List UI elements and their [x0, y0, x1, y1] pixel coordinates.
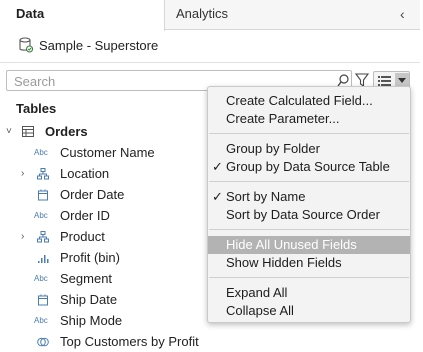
tab-bar: Data Analytics ‹ [0, 0, 420, 31]
database-icon [19, 37, 33, 53]
list-view-icon[interactable] [378, 76, 391, 86]
menu-item-expand-all[interactable]: Expand All [208, 284, 410, 302]
bin-icon [38, 255, 49, 263]
menu-item-group-by-folder[interactable]: Group by Folder [208, 140, 410, 158]
checkmark-icon: ✓ [212, 159, 223, 174]
menu-item-label: Sort by Name [226, 189, 306, 204]
field-label: Profit (bin) [60, 250, 120, 265]
field-segment[interactable]: Abc Segment [0, 269, 205, 289]
divider [0, 62, 420, 63]
tables-header: Tables [16, 101, 57, 116]
hierarchy-icon [37, 168, 49, 180]
field-order-date[interactable]: Order Date [0, 185, 205, 205]
chevron-right-icon[interactable]: › [21, 168, 31, 180]
string-type-icon: Abc [34, 148, 48, 157]
menu-item-hide-all-unused-fields[interactable]: Hide All Unused Fields [208, 236, 410, 254]
field-ship-mode[interactable]: Abc Ship Mode [0, 311, 205, 331]
field-label: Order Date [60, 187, 125, 202]
tab-analytics[interactable]: Analytics [176, 0, 228, 30]
string-type-icon: Abc [34, 274, 48, 283]
menu-separator [209, 277, 409, 278]
calendar-icon [38, 189, 48, 201]
menu-item-group-by-data-source-table[interactable]: ✓ Group by Data Source Table [208, 158, 410, 176]
field-ship-date[interactable]: Ship Date [0, 290, 205, 310]
menu-item-create-parameter[interactable]: Create Parameter... [208, 110, 410, 128]
table-name: Orders [45, 124, 88, 139]
menu-item-sort-by-data-source-order[interactable]: Sort by Data Source Order [208, 206, 410, 224]
string-type-icon: Abc [34, 211, 48, 220]
field-location[interactable]: › Location [0, 164, 205, 184]
collapse-pane-icon[interactable]: ‹ [400, 6, 414, 22]
field-order-id[interactable]: Abc Order ID [0, 206, 205, 226]
menu-item-show-hidden-fields[interactable]: Show Hidden Fields [208, 254, 410, 272]
set-icon [37, 337, 49, 347]
menu-item-create-calculated-field[interactable]: Create Calculated Field... [208, 92, 410, 110]
field-label: Segment [60, 271, 113, 286]
data-pane-menu: Create Calculated Field... Create Parame… [207, 86, 411, 323]
hierarchy-icon [37, 231, 49, 243]
field-label: Top Customers by Profit [60, 334, 199, 349]
table-orders[interactable]: ˅ Orders [0, 123, 200, 141]
data-source[interactable]: Sample - Superstore [19, 36, 158, 54]
tab-data[interactable]: Data [0, 0, 165, 31]
menu-item-collapse-all[interactable]: Collapse All [208, 302, 410, 320]
calendar-icon [38, 294, 48, 306]
data-source-name: Sample - Superstore [39, 37, 159, 53]
field-label: Product [60, 229, 105, 244]
string-type-icon: Abc [34, 316, 48, 325]
menu-separator [209, 133, 409, 134]
field-profit-bin[interactable]: Profit (bin) [0, 248, 205, 268]
menu-item-sort-by-name[interactable]: ✓ Sort by Name [208, 188, 410, 206]
field-label: Location [60, 166, 110, 181]
chevron-down-icon[interactable]: ˅ [6, 127, 16, 137]
field-label: Ship Mode [60, 313, 123, 328]
field-label: Order ID [60, 208, 110, 223]
field-customer-name[interactable]: Abc Customer Name [0, 143, 205, 163]
field-label: Ship Date [60, 292, 118, 307]
menu-separator [209, 181, 409, 182]
menu-separator [209, 229, 409, 230]
checkmark-icon: ✓ [212, 189, 223, 204]
chevron-right-icon[interactable]: › [21, 231, 31, 243]
menu-item-label: Group by Data Source Table [226, 159, 390, 174]
field-product[interactable]: › Product [0, 227, 205, 247]
field-label: Customer Name [60, 145, 155, 160]
table-icon [22, 126, 34, 137]
field-top-customers-by-profit[interactable]: Top Customers by Profit [0, 332, 205, 352]
